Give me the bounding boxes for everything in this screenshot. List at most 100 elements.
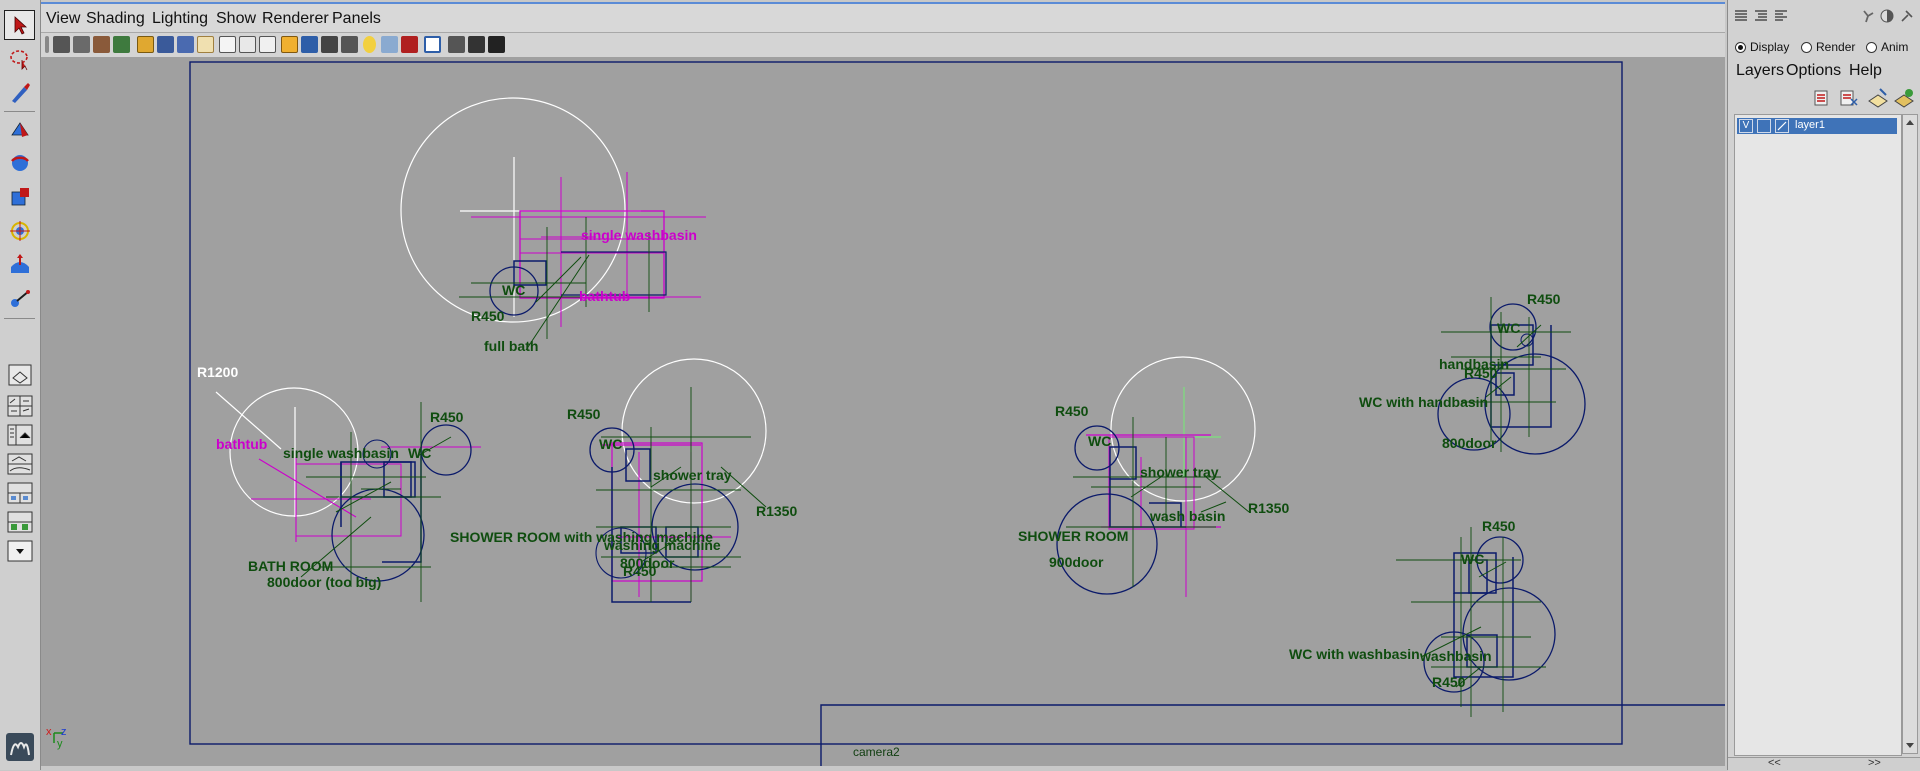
layer-visibility-toggle[interactable]: V [1739,119,1753,133]
menu-help[interactable]: Help [1849,62,1882,80]
ortho-viewport[interactable]: full bath R450 WC single washbasin batht… [41,57,1725,766]
menu-lighting[interactable]: Lighting [152,10,208,28]
label-washing-machine: washing machine [603,537,721,553]
new-layer-selected-icon[interactable] [1893,87,1915,109]
wireframe-on-shaded-icon[interactable] [321,36,338,53]
menu-renderer[interactable]: Renderer [262,10,329,28]
move-tool-icon[interactable] [4,114,35,144]
label-r450: R450 [1055,403,1089,419]
xray-icon[interactable] [401,36,418,53]
use-all-lights-icon[interactable] [363,36,376,53]
label-shower-room: SHOWER ROOM [1018,528,1128,544]
tool-settings-icon[interactable] [1774,9,1788,23]
universal-manipulator-icon[interactable] [4,216,35,246]
layer-type-toggle[interactable] [1757,119,1771,133]
wireframe-icon[interactable] [281,36,298,53]
scene-drawing: full bath R450 WC single washbasin batht… [46,61,1725,766]
camera2-frame [820,704,1725,766]
select-camera-icon[interactable] [53,36,70,53]
attribute-editor-icon[interactable] [1754,9,1768,23]
label-r1200: R1200 [197,364,238,380]
paint-select-tool-icon[interactable] [4,78,35,108]
panel-menu-bar: View Shading Lighting Show Renderer Pane… [41,2,1725,34]
motion-blur-icon[interactable] [488,36,505,53]
maya-logo-icon [4,732,35,762]
scroll-left-button[interactable]: << [1768,757,1781,769]
label-r1350: R1350 [1248,500,1289,516]
persp-graph-layout-icon[interactable] [4,451,35,477]
menu-panels[interactable]: Panels [332,10,381,28]
layer-color-swatch[interactable] [1775,119,1789,133]
label-r450: R450 [567,406,601,422]
label-wc: WC [1088,433,1111,449]
camera-attributes-icon[interactable] [73,36,90,53]
rotate-tool-icon[interactable] [4,148,35,178]
film-gate-icon[interactable] [177,36,194,53]
ambient-occlusion-icon[interactable] [468,36,485,53]
persp-relationship-layout-icon[interactable] [4,509,35,535]
layer-menu-bar: Layers Options Help [1728,60,1920,82]
label-wc: WC [408,445,431,461]
layout-options-chevron-icon[interactable] [4,538,35,564]
move-layer-down-icon[interactable] [1837,87,1859,109]
soft-modification-icon[interactable] [4,250,35,280]
label-wc-with-washbasin: WC with washbasin [1289,646,1420,662]
show-manipulator-icon[interactable] [4,284,35,314]
four-view-layout-icon[interactable] [4,393,35,419]
smooth-shade-all-icon[interactable] [301,36,318,53]
label-bathtub: bathtub [216,436,267,452]
field-chart-icon[interactable] [239,36,256,53]
channel-box-icon[interactable] [1734,9,1748,23]
label-wc: WC [1461,551,1484,567]
two-d-pan-zoom-icon[interactable] [137,36,154,53]
high-quality-icon[interactable] [448,36,465,53]
half-circle-icon[interactable] [1879,8,1895,24]
menu-shading[interactable]: Shading [86,10,145,28]
resolution-gate-icon[interactable] [197,36,214,53]
hypershade-persp-layout-icon[interactable] [4,480,35,506]
layer-row[interactable]: V layer1 [1737,118,1897,134]
label-wc-with-handbasin: WC with handbasin [1359,394,1488,410]
label-900door: 900door [1049,554,1104,570]
scroll-right-button[interactable]: >> [1868,757,1881,769]
bookmarks-icon[interactable] [93,36,110,53]
label-r450: R450 [1464,365,1498,381]
new-layer-icon[interactable] [1867,87,1889,109]
scale-tool-icon[interactable] [4,182,35,212]
scroll-up-icon [1906,120,1914,125]
isolate-select-icon[interactable] [424,36,441,53]
bottom-scroll-arrows: << >> [1728,757,1920,771]
label-wc: WC [502,282,525,298]
image-plane-icon[interactable] [113,36,130,53]
layer-name[interactable]: layer1 [1795,119,1825,131]
textured-icon[interactable] [341,36,358,53]
camera-name-label: camera2 [853,745,900,759]
single-perspective-layout-icon[interactable] [4,360,35,390]
label-r450: R450 [1432,674,1466,690]
lasso-tool-icon[interactable] [4,44,35,74]
label-r450: R450 [430,409,464,425]
menu-show[interactable]: Show [216,10,256,28]
toolbar-grip-icon [45,36,49,53]
radio-display[interactable]: Display [1735,38,1789,56]
safe-action-icon[interactable] [259,36,276,53]
layer-editor-panel: Display Render Anim Layers Options Help [1727,0,1920,771]
grid-icon[interactable] [157,36,174,53]
label-shower-tray: shower tray [1140,464,1219,480]
menu-layers[interactable]: Layers [1736,62,1784,80]
select-tool-icon[interactable] [4,10,35,40]
move-layer-up-icon[interactable] [1811,87,1833,109]
pin-icon[interactable] [1899,8,1915,24]
gate-mask-icon[interactable] [219,36,236,53]
fan-icon[interactable] [1861,9,1875,23]
radio-render[interactable]: Render [1801,38,1855,56]
persp-outliner-layout-icon[interactable] [4,422,35,448]
layer-list-scrollbar[interactable] [1902,114,1918,754]
radio-anim[interactable]: Anim [1866,38,1908,56]
menu-options[interactable]: Options [1786,62,1841,80]
shadows-icon[interactable] [381,36,398,53]
label-r450: R450 [623,563,657,579]
label-r1350: R1350 [756,503,797,519]
label-shower-tray: shower tray [653,467,732,483]
menu-view[interactable]: View [46,10,80,28]
